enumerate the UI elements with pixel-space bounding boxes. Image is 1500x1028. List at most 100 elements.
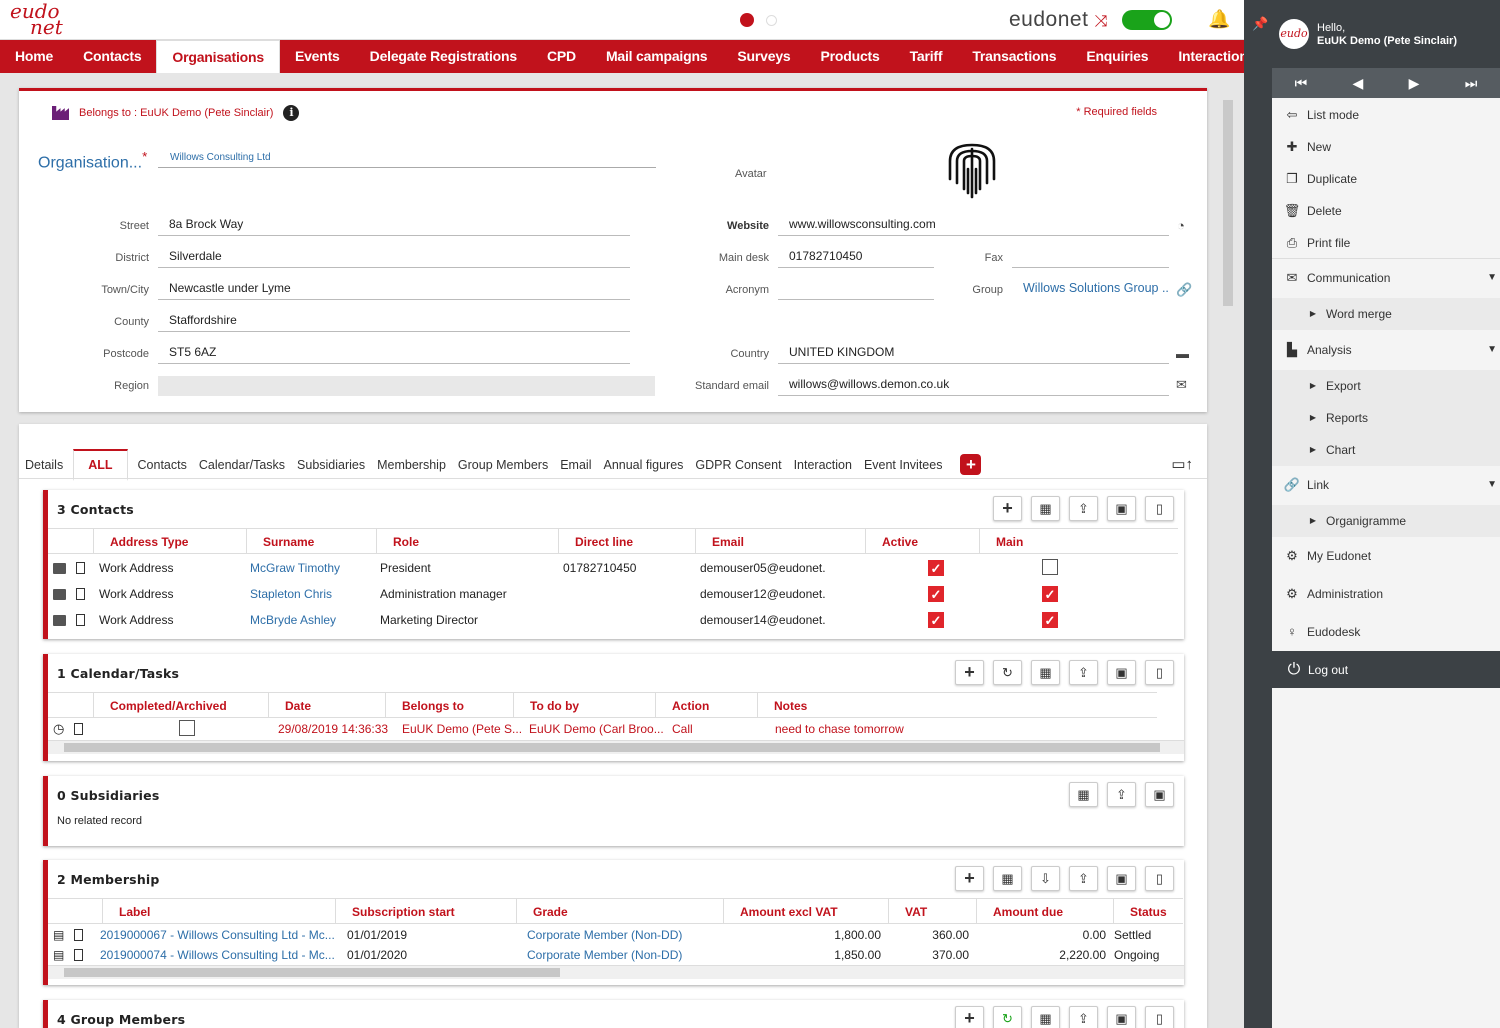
active-checkbox[interactable]: ✓ bbox=[928, 586, 944, 602]
nav-enquiries[interactable]: Enquiries bbox=[1071, 40, 1163, 73]
word-icon[interactable]: ▣ bbox=[1107, 1006, 1136, 1028]
menu-export[interactable]: ▶ Export bbox=[1272, 370, 1500, 402]
main-checkbox[interactable] bbox=[1042, 558, 1058, 575]
acronym-field[interactable] bbox=[778, 280, 934, 300]
menu-chart[interactable]: ▶ Chart bbox=[1272, 434, 1500, 466]
add-tab-icon[interactable]: + bbox=[960, 454, 982, 475]
menu-my-eudonet[interactable]: ⚙ My Eudonet bbox=[1272, 540, 1500, 572]
nav-transactions[interactable]: Transactions bbox=[957, 40, 1071, 73]
card-icon[interactable]: ▤ bbox=[53, 928, 64, 942]
tab-contacts[interactable]: Contacts bbox=[132, 451, 193, 479]
page-scrollbar[interactable] bbox=[1220, 88, 1236, 1028]
table-row[interactable]: ▤ 2019000067 - Willows Consulting Ltd - M… bbox=[48, 925, 1180, 945]
field-value-5[interactable] bbox=[158, 376, 655, 396]
tab-event-invitees[interactable]: Event Invitees bbox=[858, 451, 949, 479]
eudonet-logo[interactable]: eudo net bbox=[10, 1, 70, 37]
collapse-icon[interactable]: ▭↑ bbox=[1171, 455, 1193, 473]
tab-all[interactable]: ALL bbox=[73, 448, 128, 481]
table-row[interactable]: ▤ 2019000074 - Willows Consulting Ltd - M… bbox=[48, 945, 1180, 965]
document-icon[interactable] bbox=[74, 949, 84, 961]
table-view-icon[interactable]: ▦ bbox=[993, 866, 1022, 891]
add-task-button[interactable]: + bbox=[955, 660, 984, 685]
active-checkbox[interactable]: ✓ bbox=[928, 560, 944, 576]
document-icon[interactable] bbox=[76, 588, 85, 600]
export-icon[interactable]: ⇪ bbox=[1107, 782, 1136, 807]
document-icon[interactable] bbox=[74, 723, 84, 735]
table-view-icon[interactable]: ▦ bbox=[1031, 496, 1060, 521]
card-icon[interactable]: ▤ bbox=[53, 948, 64, 962]
table-view-icon[interactable]: ▦ bbox=[1069, 782, 1098, 807]
add-contact-button[interactable]: + bbox=[993, 496, 1022, 521]
column-header[interactable]: Label bbox=[102, 899, 335, 923]
standard-email-field[interactable]: willows@willows.demon.co.uk bbox=[778, 376, 1169, 396]
status-dot-active[interactable] bbox=[740, 13, 754, 27]
tab-subsidiaries[interactable]: Subsidiaries bbox=[291, 451, 371, 479]
website-field[interactable]: www.willowsconsulting.com bbox=[778, 216, 1169, 236]
fax-field[interactable] bbox=[1012, 248, 1169, 268]
nav-surveys[interactable]: Surveys bbox=[722, 40, 805, 73]
export-icon[interactable]: ⇪ bbox=[1069, 1006, 1098, 1028]
column-header[interactable]: Notes bbox=[757, 693, 1157, 717]
field-value-4[interactable]: ST5 6AZ bbox=[158, 344, 630, 364]
export-icon[interactable]: ⇪ bbox=[1069, 496, 1098, 521]
document-icon[interactable] bbox=[74, 929, 84, 941]
archive-icon[interactable] bbox=[53, 588, 66, 600]
word-icon[interactable]: ▣ bbox=[1107, 496, 1136, 521]
refresh-icon[interactable]: ↻ bbox=[993, 1006, 1022, 1028]
nav-mail-campaigns[interactable]: Mail campaigns bbox=[591, 40, 722, 73]
pin-icon[interactable]: 📌 bbox=[1252, 16, 1268, 32]
archive-icon[interactable] bbox=[53, 562, 66, 574]
surname-link[interactable]: Stapleton Chris bbox=[246, 587, 376, 601]
menu-analysis[interactable]: ▙ Analysis ▼ bbox=[1272, 334, 1500, 366]
nav-contacts[interactable]: Contacts bbox=[68, 40, 156, 73]
nav-products[interactable]: Products bbox=[806, 40, 895, 73]
group-field[interactable]: Willows Solutions Group ... bbox=[1012, 280, 1169, 300]
menu-administration[interactable]: ⚙ Administration bbox=[1272, 578, 1500, 610]
envelope-icon[interactable]: ✉ bbox=[1176, 377, 1187, 393]
menu-eudodesk[interactable]: ♀ Eudodesk bbox=[1272, 616, 1500, 648]
tab-group-members[interactable]: Group Members bbox=[452, 451, 554, 479]
table-view-icon[interactable]: ▦ bbox=[1031, 1006, 1060, 1028]
main-checkbox[interactable]: ✓ bbox=[1042, 612, 1058, 628]
column-header[interactable]: To do by bbox=[513, 693, 655, 717]
tab-gdpr-consent[interactable]: GDPR Consent bbox=[689, 451, 787, 479]
bell-icon[interactable]: 🔔 bbox=[1208, 9, 1230, 30]
menu-print[interactable]: ⎙ Print file bbox=[1272, 227, 1500, 259]
column-header[interactable]: Amount excl VAT bbox=[723, 899, 888, 923]
surname-link[interactable]: McBryde Ashley bbox=[246, 613, 376, 627]
menu-link[interactable]: 🔗 Link ▼ bbox=[1272, 469, 1500, 501]
document-icon[interactable] bbox=[76, 614, 85, 626]
tab-annual-figures[interactable]: Annual figures bbox=[597, 451, 689, 479]
column-header[interactable]: Status bbox=[1113, 899, 1183, 923]
table-row[interactable]: Work Address Stapleton Chris Administratio… bbox=[48, 583, 1138, 605]
word-icon[interactable]: ▣ bbox=[1107, 866, 1136, 891]
new-doc-icon[interactable]: ▯ bbox=[1145, 1006, 1174, 1028]
tab-details[interactable]: Details bbox=[19, 451, 69, 479]
column-header[interactable]: Date bbox=[268, 693, 385, 717]
last-record-icon[interactable]: ⏭ bbox=[1465, 75, 1478, 92]
tab-membership[interactable]: Membership bbox=[371, 451, 452, 479]
table-row[interactable]: Work Address McGraw Timothy President 01782… bbox=[48, 557, 1138, 579]
add-group-member-button[interactable]: + bbox=[955, 1006, 984, 1028]
column-header[interactable]: Subscription start bbox=[335, 899, 516, 923]
mode-toggle[interactable] bbox=[1122, 10, 1172, 30]
main-checkbox[interactable]: ✓ bbox=[1042, 586, 1058, 602]
archive-icon[interactable] bbox=[53, 614, 66, 626]
nav-home[interactable]: Home bbox=[0, 40, 68, 73]
new-doc-icon[interactable]: ▯ bbox=[1145, 660, 1174, 685]
globe-icon[interactable]: ◔ bbox=[1177, 218, 1185, 233]
label-cell[interactable]: 2019000074 - Willows Consulting Ltd - Mc… bbox=[96, 948, 343, 962]
tab-calendar-tasks[interactable]: Calendar/Tasks bbox=[193, 451, 291, 479]
document-icon[interactable] bbox=[76, 562, 85, 574]
column-header[interactable]: Direct line bbox=[558, 529, 695, 553]
import-icon[interactable]: ⇩ bbox=[1031, 866, 1060, 891]
info-icon[interactable]: i bbox=[283, 105, 300, 121]
active-checkbox[interactable]: ✓ bbox=[928, 612, 944, 628]
surname-link[interactable]: McGraw Timothy bbox=[246, 561, 376, 575]
column-header[interactable]: Role bbox=[376, 529, 558, 553]
completed-checkbox[interactable] bbox=[179, 719, 195, 736]
organisation-name-field[interactable]: Willows Consulting Ltd bbox=[158, 152, 656, 168]
menu-delete[interactable]: 🗑 Delete bbox=[1272, 195, 1500, 227]
nav-delegate-registrations[interactable]: Delegate Registrations bbox=[355, 40, 532, 73]
table-row[interactable]: ◷ 29/08/2019 14:36:33 EuUK Demo (Pete S...… bbox=[48, 718, 971, 740]
